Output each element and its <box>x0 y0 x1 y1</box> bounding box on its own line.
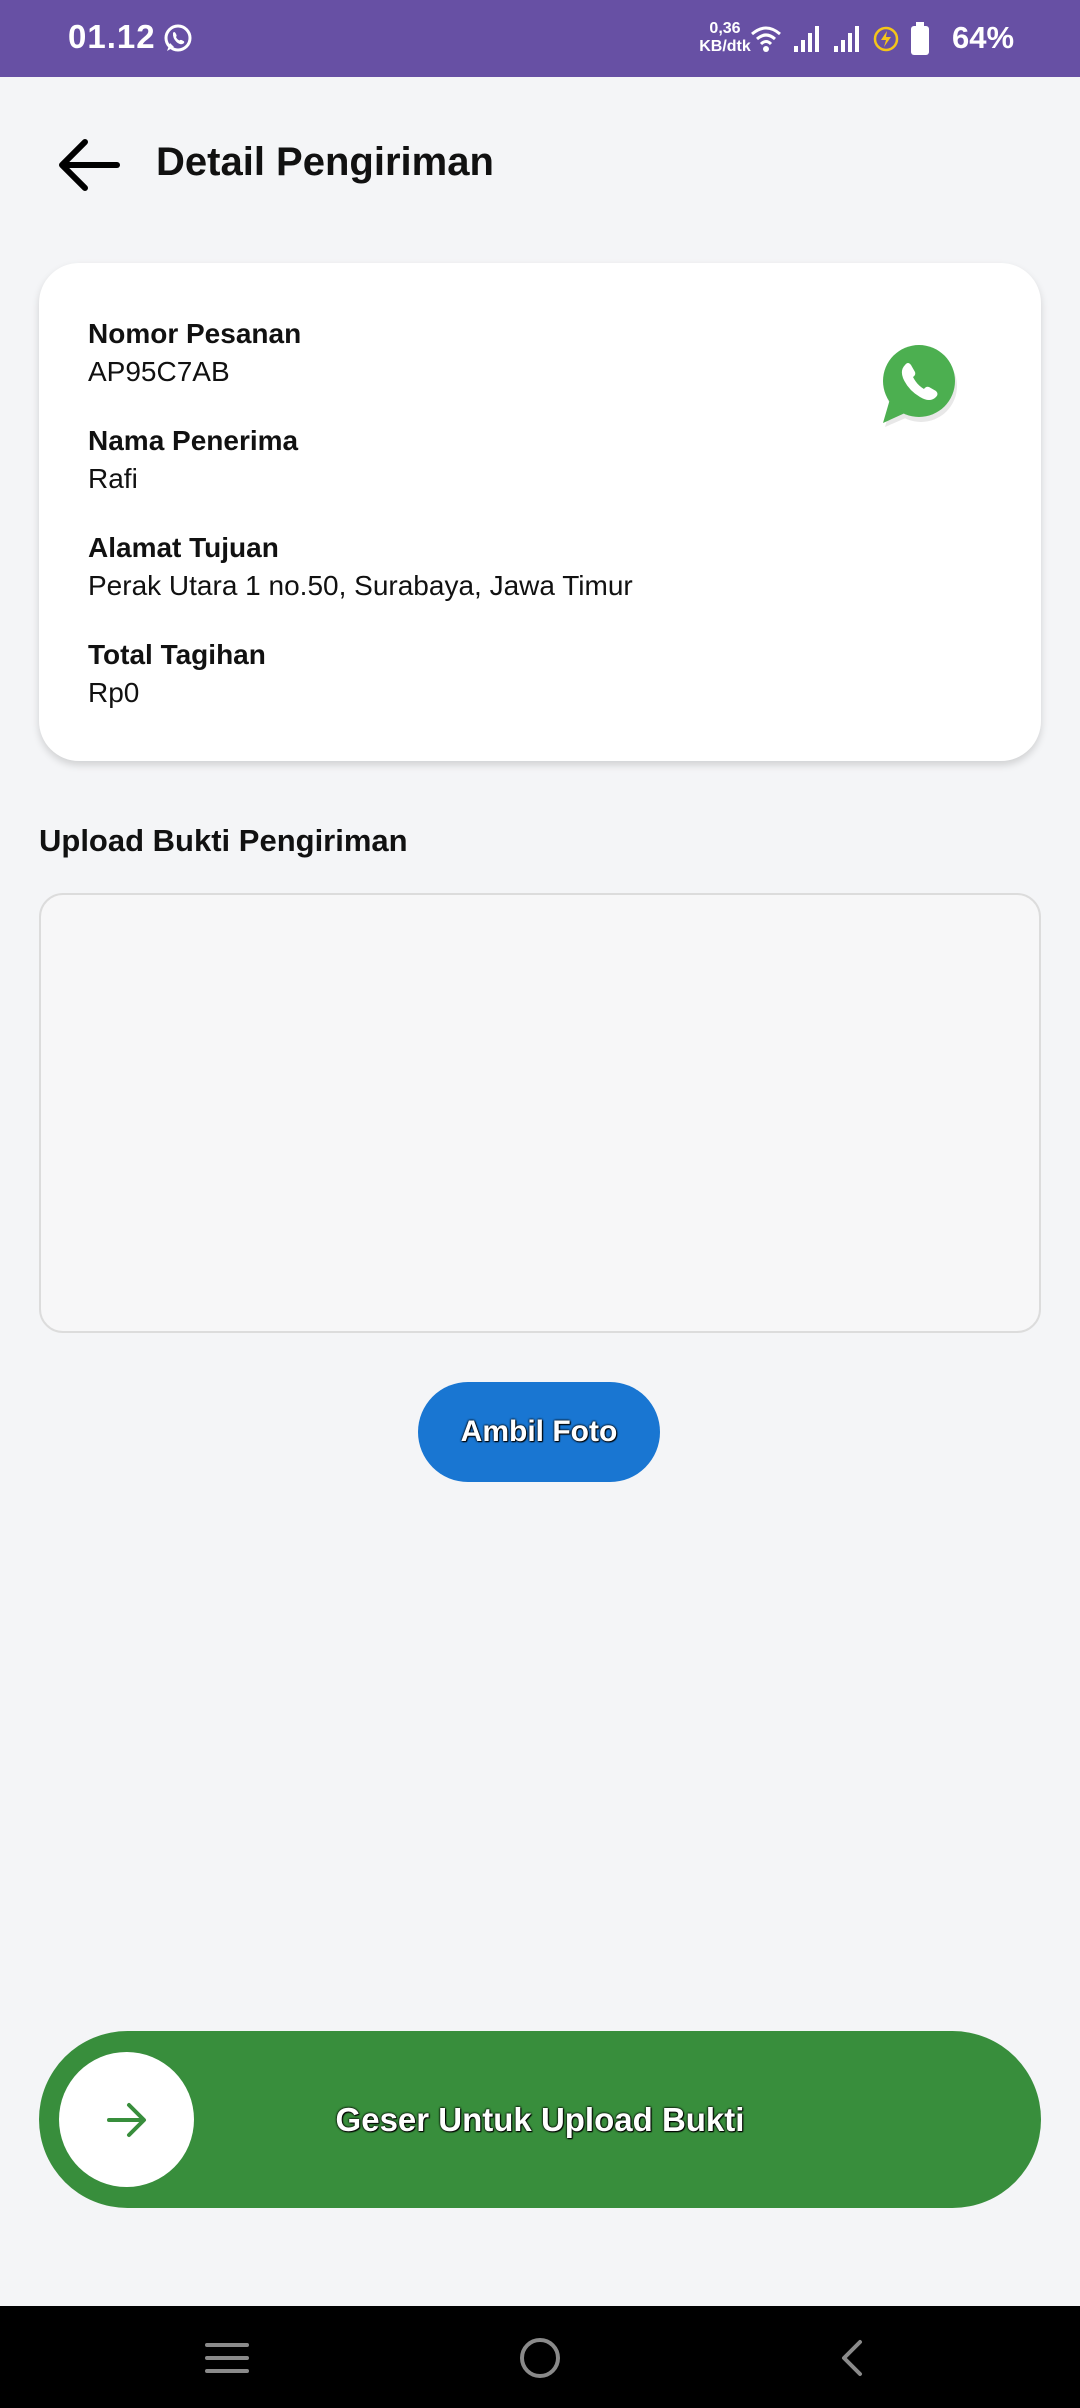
battery-icon <box>911 22 929 55</box>
address-label: Alamat Tujuan <box>88 532 279 563</box>
order-info-card: Nomor Pesanan AP95C7AB Nama Penerima Raf… <box>39 263 1041 761</box>
battery-percent: 64% <box>952 20 1015 55</box>
order-number-row: Nomor Pesanan AP95C7AB <box>88 315 301 391</box>
signal-icon-sim2 <box>834 26 859 52</box>
chevron-left-icon <box>842 2340 862 2376</box>
whatsapp-notification-icon <box>164 24 192 52</box>
address-value: Perak Utara 1 no.50, Surabaya, Jawa Timu… <box>88 570 633 601</box>
status-time: 01.12 <box>68 18 156 55</box>
arrow-right-icon <box>106 2102 146 2137</box>
arrow-left-icon <box>59 139 120 191</box>
recipient-row: Nama Penerima Rafi <box>88 422 298 498</box>
total-value: Rp0 <box>88 677 140 708</box>
page-title: Detail Pengiriman <box>156 140 494 184</box>
circle-home-icon <box>520 2338 560 2378</box>
back-button[interactable] <box>48 125 128 205</box>
recents-button[interactable] <box>197 2328 257 2388</box>
wifi-icon <box>751 26 781 52</box>
take-photo-label: Ambil Foto <box>460 1415 618 1448</box>
home-button[interactable] <box>510 2328 570 2388</box>
power-saving-icon <box>873 26 899 52</box>
order-number-value: AP95C7AB <box>88 356 230 387</box>
take-photo-button[interactable]: Ambil Foto <box>418 1382 660 1482</box>
total-label: Total Tagihan <box>88 639 266 670</box>
status-icons <box>750 22 930 56</box>
whatsapp-icon[interactable] <box>875 339 965 429</box>
slide-to-upload-track[interactable]: Geser Untuk Upload Bukti <box>39 2031 1041 2208</box>
upload-section-title: Upload Bukti Pengiriman <box>39 823 408 858</box>
address-row: Alamat Tujuan Perak Utara 1 no.50, Surab… <box>88 529 633 605</box>
slide-handle[interactable] <box>59 2052 194 2187</box>
menu-icon <box>205 2343 249 2373</box>
system-nav-bar <box>0 2306 1080 2408</box>
recipient-label: Nama Penerima <box>88 425 299 456</box>
recipient-value: Rafi <box>88 463 138 494</box>
order-number-label: Nomor Pesanan <box>88 318 302 349</box>
signal-icon-sim1 <box>794 26 819 52</box>
total-row: Total Tagihan Rp0 <box>88 636 266 712</box>
photo-preview-area <box>39 893 1041 1333</box>
nav-back-button[interactable] <box>822 2328 882 2388</box>
status-bar: 01.12 0,36 KB/dtk 64% <box>0 0 1080 77</box>
